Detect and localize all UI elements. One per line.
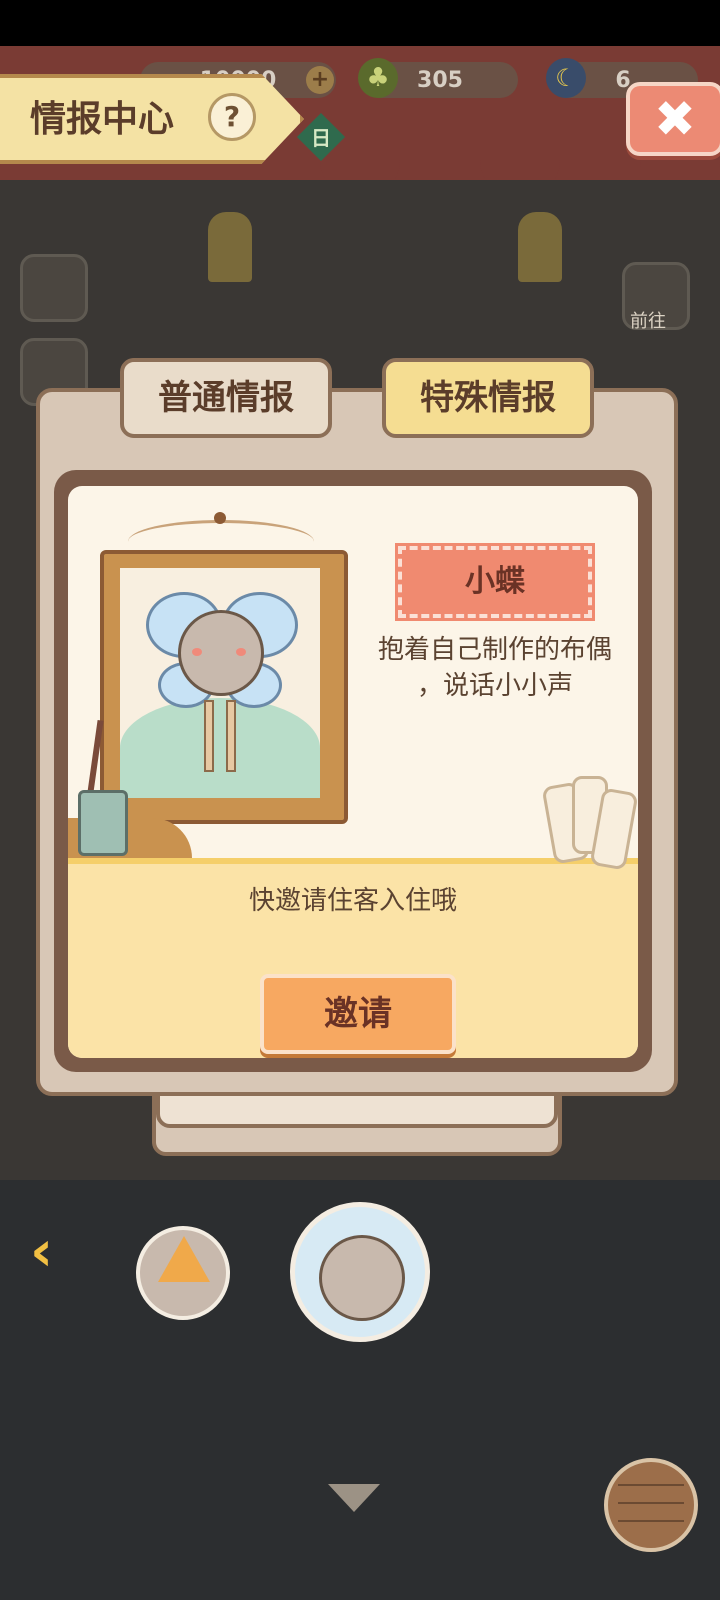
- character-description: 抱着自己制作的布偶 ，说话小小声: [350, 632, 640, 704]
- cheek: [192, 648, 202, 656]
- close-button[interactable]: ✖: [626, 82, 720, 156]
- yarn-line: [618, 1484, 684, 1486]
- yarn-line: [618, 1502, 684, 1504]
- down-arrow-icon[interactable]: [328, 1484, 380, 1512]
- butterfly-leg: [226, 700, 236, 772]
- description-line-2: ，说话小小声: [416, 671, 573, 701]
- tab-special-info[interactable]: 特殊情报: [382, 358, 594, 438]
- back-arrow-icon[interactable]: ‹: [30, 1222, 90, 1282]
- day-label: 日: [311, 126, 331, 150]
- butterfly-face: [319, 1235, 405, 1321]
- witch-hat-icon: [158, 1236, 210, 1282]
- character-name-tag: 小蝶: [395, 543, 595, 621]
- butterfly-leg: [204, 700, 214, 772]
- trophy-icon: [518, 212, 562, 282]
- page-title: 情报中心: [30, 99, 175, 140]
- clover-value: 305: [417, 67, 463, 93]
- description-line-1: 抱着自己制作的布偶: [377, 635, 612, 665]
- scarecrow-avatar[interactable]: [136, 1226, 230, 1320]
- yarn-line: [618, 1520, 684, 1522]
- clover-icon: ♣: [358, 58, 398, 98]
- banana-icon: ☾: [546, 58, 586, 98]
- portrait-ground: [120, 698, 320, 798]
- invite-button[interactable]: 邀请: [260, 974, 456, 1054]
- butterfly-avatar[interactable]: [290, 1202, 430, 1342]
- butterfly-character: [178, 610, 264, 696]
- invite-hint: 快邀请住客入住哦: [248, 886, 457, 916]
- help-icon[interactable]: ?: [208, 93, 256, 141]
- trophy-icon: [208, 212, 252, 282]
- nail-icon: [214, 512, 226, 524]
- goto-label: 前往: [630, 311, 666, 332]
- tv-icon[interactable]: [20, 254, 88, 322]
- cheek: [236, 648, 246, 656]
- yarn-ball-icon[interactable]: [604, 1458, 698, 1552]
- add-coin-icon[interactable]: +: [306, 66, 334, 94]
- status-bar: [0, 0, 720, 46]
- tab-normal-info[interactable]: 普通情报: [120, 358, 332, 438]
- close-icon: ✖: [654, 90, 696, 148]
- ink-cup-icon: [78, 790, 128, 856]
